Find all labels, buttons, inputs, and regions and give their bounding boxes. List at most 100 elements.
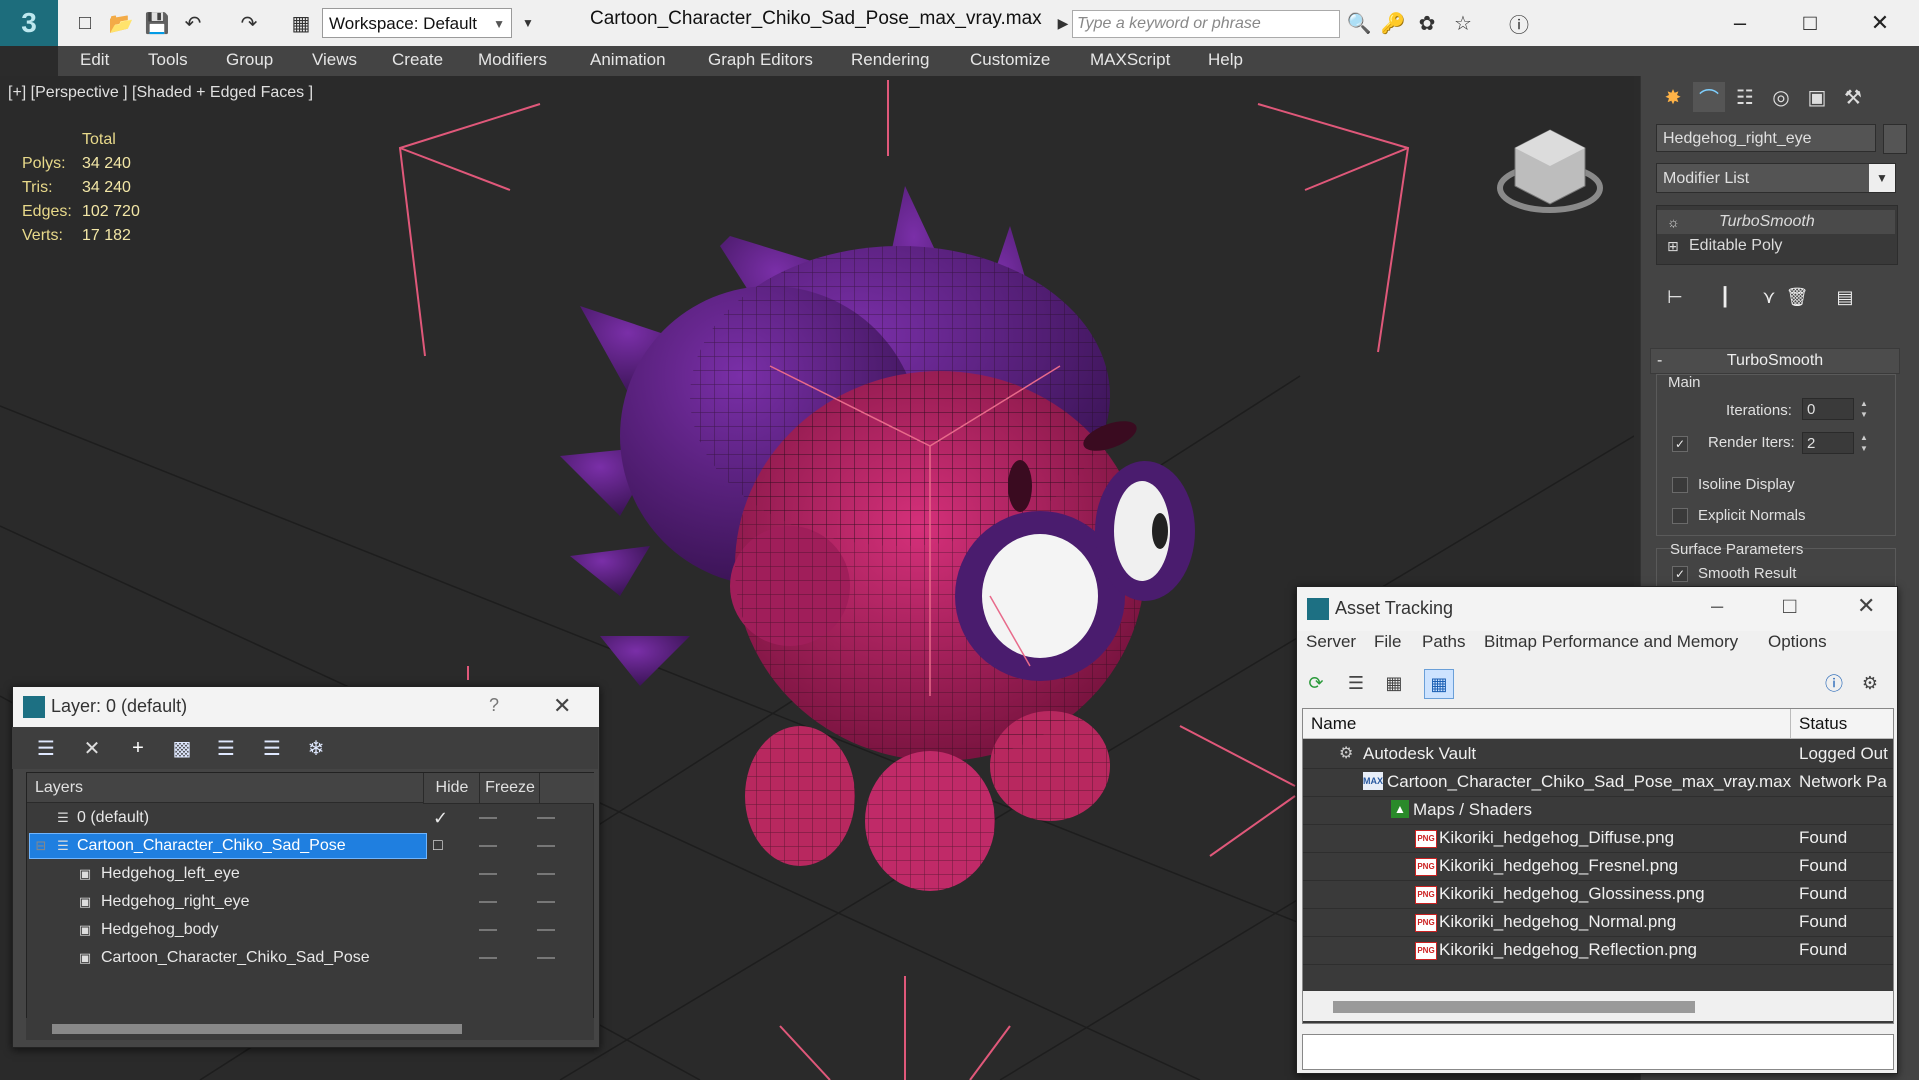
freeze-toggle[interactable] bbox=[537, 929, 555, 931]
menu-tools[interactable]: Tools bbox=[148, 50, 188, 70]
hide-toggle[interactable] bbox=[479, 929, 497, 931]
project-folder-icon[interactable]: ▦ bbox=[288, 10, 314, 36]
close-icon[interactable]: ✕ bbox=[1860, 6, 1900, 40]
freeze-toggle[interactable] bbox=[537, 957, 555, 959]
menu-rendering[interactable]: Rendering bbox=[851, 50, 929, 70]
make-unique-icon[interactable]: ⋎ bbox=[1754, 282, 1784, 312]
iterations-spinner[interactable]: 0 bbox=[1802, 398, 1854, 420]
make-active-icon[interactable]: □ bbox=[433, 832, 443, 860]
search-input[interactable]: Type a keyword or phrase bbox=[1072, 10, 1340, 38]
motion-tab-icon[interactable]: ◎ bbox=[1765, 82, 1797, 112]
settings-icon[interactable]: ⚙ bbox=[1856, 669, 1884, 697]
turbosmooth-rollout-header[interactable]: - TurboSmooth bbox=[1650, 348, 1900, 374]
new-file-icon[interactable]: □ bbox=[72, 10, 98, 36]
asset-row-diffuse[interactable]: PNG Kikoriki_hedgehog_Diffuse.png Found bbox=[1303, 824, 1893, 853]
hide-toggle[interactable] bbox=[479, 957, 497, 959]
active-layer-check-icon[interactable]: ✓ bbox=[433, 804, 448, 832]
layer-row-selected[interactable]: ⊟ ☰ Cartoon_Character_Chiko_Sad_Pose □ bbox=[27, 832, 593, 860]
render-iters-spinner[interactable]: 2 bbox=[1802, 432, 1854, 454]
new-layer-icon[interactable]: ☰ bbox=[32, 735, 60, 761]
menu-maxscript[interactable]: MAXScript bbox=[1090, 50, 1170, 70]
utilities-tab-icon[interactable]: ⚒ bbox=[1837, 82, 1869, 112]
freeze-toggle[interactable] bbox=[537, 901, 555, 903]
object-color-swatch[interactable] bbox=[1883, 124, 1907, 154]
asset-row-fresnel[interactable]: PNG Kikoriki_hedgehog_Fresnel.png Found bbox=[1303, 852, 1893, 881]
asset-row-maps-shaders[interactable]: ▲ Maps / Shaders bbox=[1303, 796, 1893, 825]
asset-path-field[interactable] bbox=[1302, 1034, 1894, 1070]
freeze-toggle[interactable] bbox=[537, 845, 555, 847]
menu-create[interactable]: Create bbox=[392, 50, 443, 70]
undo-icon[interactable]: ↶ bbox=[180, 10, 206, 36]
freeze-toggle[interactable] bbox=[537, 817, 555, 819]
column-hide[interactable]: Hide bbox=[423, 773, 480, 804]
object-row-character[interactable]: ▣ Cartoon_Character_Chiko_Sad_Pose bbox=[27, 944, 593, 972]
asset-row-normal[interactable]: PNG Kikoriki_hedgehog_Normal.png Found bbox=[1303, 908, 1893, 937]
explicit-normals-checkbox[interactable] bbox=[1672, 508, 1688, 524]
delete-layer-icon[interactable]: ✕ bbox=[78, 735, 106, 761]
workspace-dropdown[interactable]: Workspace: Default ▼ bbox=[322, 8, 512, 38]
column-freeze[interactable]: Freeze bbox=[479, 773, 540, 804]
menu-views[interactable]: Views bbox=[312, 50, 357, 70]
create-tab-icon[interactable]: ✸ bbox=[1657, 82, 1689, 112]
asset-row-max-file[interactable]: MAX Cartoon_Character_Chiko_Sad_Pose_max… bbox=[1303, 768, 1893, 797]
isoline-display-checkbox[interactable] bbox=[1672, 477, 1688, 493]
maximize-icon[interactable]: □ bbox=[1783, 593, 1796, 619]
asset-menu-file[interactable]: File bbox=[1374, 632, 1401, 652]
redo-icon[interactable]: ↷ bbox=[236, 10, 262, 36]
column-status[interactable]: Status bbox=[1791, 709, 1893, 739]
add-to-layer-icon[interactable]: + bbox=[124, 735, 152, 761]
asset-window-titlebar[interactable]: Asset Tracking – □ ✕ bbox=[1297, 587, 1897, 631]
menu-modifiers[interactable]: Modifiers bbox=[478, 50, 547, 70]
menu-edit[interactable]: Edit bbox=[80, 50, 109, 70]
column-name[interactable]: Name bbox=[1303, 709, 1791, 739]
minimize-icon[interactable]: – bbox=[1720, 6, 1760, 40]
asset-row-reflection[interactable]: PNG Kikoriki_hedgehog_Reflection.png Fou… bbox=[1303, 936, 1893, 965]
modifier-list-dropdown[interactable]: Modifier List ▼ bbox=[1656, 163, 1896, 193]
help-icon[interactable]: ⓘ bbox=[1506, 10, 1532, 37]
stack-item-editable-poly[interactable]: ⊞ Editable Poly bbox=[1657, 234, 1895, 258]
object-row-left-eye[interactable]: ▣ Hedgehog_left_eye bbox=[27, 860, 593, 888]
smooth-result-checkbox[interactable]: ✓ bbox=[1672, 566, 1688, 582]
select-in-layer-icon[interactable]: ▩ bbox=[168, 735, 196, 761]
object-row-right-eye[interactable]: ▣ Hedgehog_right_eye bbox=[27, 888, 593, 916]
object-name-field[interactable]: Hedgehog_right_eye bbox=[1656, 124, 1876, 152]
hide-toggle[interactable] bbox=[479, 873, 497, 875]
layer-window-titlebar[interactable]: Layer: 0 (default) ? ✕ bbox=[13, 687, 599, 727]
thumbnail-view-icon[interactable]: ▦ bbox=[1380, 669, 1408, 697]
menu-animation[interactable]: Animation bbox=[590, 50, 666, 70]
list-view-icon[interactable]: ☰ bbox=[1342, 669, 1370, 697]
hide-all-layers-icon[interactable]: ☰ bbox=[258, 735, 286, 761]
asset-menu-paths[interactable]: Paths bbox=[1422, 632, 1465, 652]
layer-scrollbar-thumb[interactable] bbox=[52, 1024, 462, 1034]
menu-group[interactable]: Group bbox=[226, 50, 273, 70]
save-icon[interactable]: 💾 bbox=[144, 10, 170, 36]
collapse-icon[interactable]: ⊟ bbox=[33, 838, 49, 854]
hide-toggle[interactable] bbox=[479, 845, 497, 847]
stack-item-turbosmooth[interactable]: ☼ TurboSmooth bbox=[1657, 210, 1895, 234]
connect-icon[interactable]: ✿ bbox=[1414, 10, 1440, 36]
open-file-icon[interactable]: 📂 bbox=[108, 10, 134, 36]
modify-tab-icon[interactable]: ⌒ bbox=[1693, 82, 1725, 112]
key-icon[interactable]: 🔑 bbox=[1380, 10, 1406, 36]
column-layers[interactable]: Layers bbox=[27, 773, 423, 803]
lightbulb-icon[interactable]: ☼ bbox=[1667, 210, 1680, 234]
object-row-body[interactable]: ▣ Hedgehog_body bbox=[27, 916, 593, 944]
table-view-icon[interactable]: ▦ bbox=[1424, 669, 1454, 699]
asset-scrollbar-thumb[interactable] bbox=[1333, 1001, 1695, 1013]
column-more[interactable] bbox=[539, 773, 594, 804]
display-tab-icon[interactable]: ▣ bbox=[1801, 82, 1833, 112]
menu-help[interactable]: Help bbox=[1208, 50, 1243, 70]
menu-customize[interactable]: Customize bbox=[970, 50, 1050, 70]
app-logo-icon[interactable]: 3 bbox=[0, 0, 58, 46]
close-icon[interactable]: ✕ bbox=[553, 693, 571, 719]
maximize-icon[interactable]: □ bbox=[1790, 6, 1830, 40]
help-button[interactable]: ? bbox=[489, 695, 499, 716]
close-icon[interactable]: ✕ bbox=[1857, 593, 1875, 619]
configure-sets-icon[interactable]: ▤ bbox=[1830, 282, 1860, 312]
highlight-layer-icon[interactable]: ☰ bbox=[212, 735, 240, 761]
layer-row-default[interactable]: ☰ 0 (default) ✓ bbox=[27, 804, 593, 832]
show-end-result-icon[interactable]: ┃ bbox=[1710, 282, 1740, 312]
spinner-arrows-icon[interactable]: ▲ ▼ bbox=[1858, 398, 1870, 420]
favorite-star-icon[interactable]: ☆ bbox=[1450, 10, 1476, 36]
remove-modifier-icon[interactable]: 🗑 bbox=[1782, 282, 1812, 312]
